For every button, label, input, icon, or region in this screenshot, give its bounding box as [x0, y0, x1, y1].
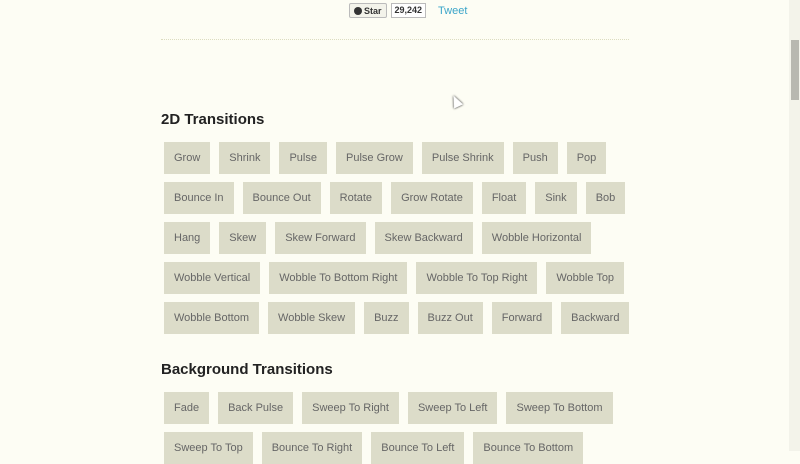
star-label: Star	[364, 5, 382, 16]
effect-button-sweep-to-right[interactable]: Sweep To Right	[302, 392, 399, 424]
effect-button-bounce-to-right[interactable]: Bounce To Right	[261, 432, 363, 464]
effect-button-pop[interactable]: Pop	[566, 142, 607, 174]
effect-button-sink[interactable]: Sink	[535, 182, 577, 214]
section-title-background: Background Transitions	[161, 361, 333, 378]
github-icon	[354, 6, 362, 15]
effect-button-wobble-vertical[interactable]: Wobble Vertical	[164, 262, 261, 294]
effect-button-wobble-bottom[interactable]: Wobble Bottom	[164, 302, 260, 334]
effect-button-bounce-to-left[interactable]: Bounce To Left	[371, 432, 465, 464]
button-grid-2d: Grow Shrink Pulse Pulse Grow Pulse Shrink Pus…	[164, 142, 634, 334]
effect-button-wobble-to-top-right[interactable]: Wobble To Top Right	[416, 262, 538, 294]
effect-button-grow-rotate[interactable]: Grow Rotate	[391, 182, 473, 214]
effect-button-wobble-horizontal[interactable]: Wobble Horizontal	[481, 222, 592, 254]
effect-button-rotate[interactable]: Rotate	[329, 182, 383, 214]
effect-button-bounce-out[interactable]: Bounce Out	[242, 182, 321, 214]
effect-button-push[interactable]: Push	[512, 142, 558, 174]
effect-button-grow[interactable]: Grow	[164, 142, 211, 174]
effect-button-hang[interactable]: Hang	[164, 222, 211, 254]
effect-button-pulse[interactable]: Pulse	[279, 142, 327, 174]
effect-button-forward[interactable]: Forward	[491, 302, 553, 334]
star-count[interactable]: 29,242	[390, 3, 427, 18]
button-grid-background: Fade Back Pulse Sweep To Right Sweep To Lef…	[164, 392, 634, 464]
mouse-cursor-icon	[448, 93, 464, 109]
effect-button-fade[interactable]: Fade	[164, 392, 210, 424]
effect-button-sweep-to-left[interactable]: Sweep To Left	[407, 392, 498, 424]
effect-button-back-pulse[interactable]: Back Pulse	[218, 392, 294, 424]
effect-button-float[interactable]: Float	[481, 182, 527, 214]
effect-button-shrink[interactable]: Shrink	[219, 142, 271, 174]
divider	[161, 39, 629, 40]
effect-button-backward[interactable]: Backward	[561, 302, 630, 334]
scrollbar-thumb[interactable]	[791, 40, 799, 100]
effect-button-pulse-grow[interactable]: Pulse Grow	[336, 142, 413, 174]
effect-button-bob[interactable]: Bob	[585, 182, 626, 214]
section-title-2d: 2D Transitions	[161, 111, 265, 128]
effect-button-sweep-to-bottom[interactable]: Sweep To Bottom	[506, 392, 613, 424]
social-bar: Star 29,242 Tweet	[349, 3, 467, 18]
effect-button-skew[interactable]: Skew	[219, 222, 267, 254]
effect-button-buzz-out[interactable]: Buzz Out	[417, 302, 483, 334]
github-star-button[interactable]: Star	[349, 3, 387, 18]
effect-button-skew-forward[interactable]: Skew Forward	[275, 222, 366, 254]
effect-button-wobble-to-bottom-right[interactable]: Wobble To Bottom Right	[269, 262, 408, 294]
tweet-link[interactable]: Tweet	[438, 5, 467, 17]
effect-button-wobble-skew[interactable]: Wobble Skew	[268, 302, 356, 334]
effect-button-buzz[interactable]: Buzz	[364, 302, 409, 334]
effect-button-bounce-to-bottom[interactable]: Bounce To Bottom	[473, 432, 584, 464]
effect-button-wobble-top[interactable]: Wobble Top	[546, 262, 625, 294]
effect-button-skew-backward[interactable]: Skew Backward	[374, 222, 473, 254]
scrollbar[interactable]	[789, 0, 800, 451]
effect-button-bounce-in[interactable]: Bounce In	[164, 182, 234, 214]
effect-button-sweep-to-top[interactable]: Sweep To Top	[164, 432, 253, 464]
effect-button-pulse-shrink[interactable]: Pulse Shrink	[421, 142, 504, 174]
